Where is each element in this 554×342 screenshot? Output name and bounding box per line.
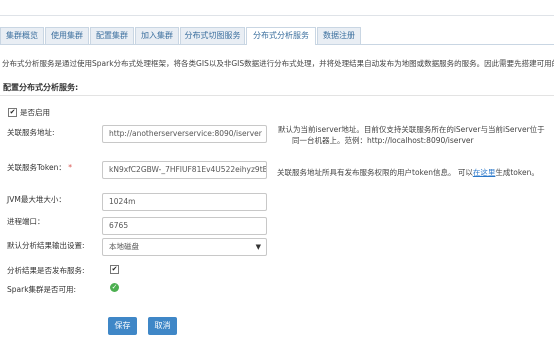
publish-service-checkbox[interactable]: ✔ bbox=[110, 265, 119, 274]
server-address-label: 关联服务地址: bbox=[7, 128, 55, 137]
enabled-checkbox[interactable]: ✔ bbox=[8, 108, 17, 117]
jvm-heap-input[interactable]: 1024m bbox=[102, 193, 267, 211]
token-help: 关联服务地址所具有发布服务权限的用户token信息。 可以在这里生成token。 bbox=[277, 167, 539, 178]
enabled-label: 是否启用 bbox=[20, 108, 50, 117]
tab-distributed-analysis-service[interactable]: 分布式分析服务 bbox=[246, 27, 316, 45]
top-bar bbox=[0, 0, 554, 16]
process-port-label: 进程端口： bbox=[7, 217, 45, 226]
tab-cluster-overview[interactable]: 集群概览 bbox=[0, 27, 44, 44]
jvm-heap-label: JVM最大堆大小： bbox=[7, 195, 66, 204]
required-mark: * bbox=[68, 163, 72, 172]
token-label-text: 关联服务Token： bbox=[7, 163, 66, 172]
output-setting-label: 默认分析结果输出设置: bbox=[7, 241, 85, 250]
cancel-button[interactable]: 取消 bbox=[148, 317, 177, 335]
publish-service-label: 分析结果是否发布服务: bbox=[7, 266, 85, 275]
process-port-input[interactable]: 6765 bbox=[102, 217, 267, 235]
tab-join-cluster[interactable]: 加入集群 bbox=[135, 27, 179, 44]
tab-configure-cluster[interactable]: 配置集群 bbox=[90, 27, 134, 44]
tab-data-registration[interactable]: 数据注册 bbox=[317, 27, 361, 44]
service-description: 分布式分析服务是通过使用Spark分布式处理框架，将各类GIS以及非GIS数据进… bbox=[2, 59, 554, 68]
server-address-input[interactable]: http://anotherserverservice:8090/iserver bbox=[102, 125, 267, 143]
save-button[interactable]: 保存 bbox=[108, 317, 137, 335]
output-setting-value: 本地磁盘 bbox=[109, 242, 139, 251]
dropdown-arrow-icon: ▼ bbox=[255, 243, 261, 251]
tab-distributed-tile-service[interactable]: 分布式切图服务 bbox=[180, 27, 245, 44]
token-help-prefix: 关联服务地址所具有发布服务权限的用户token信息。 可以 bbox=[277, 168, 473, 177]
check-circle-icon: ✓ bbox=[110, 283, 119, 292]
server-address-help-line2: 同一台机器上。范例：http://localhost:8090/iserver bbox=[292, 136, 474, 145]
server-address-help: 默认为当前iserver地址。目前仅支持关联服务所在的iServer与当前iSe… bbox=[278, 124, 554, 146]
tab-bar: 集群概览 使用集群 配置集群 加入集群 分布式切图服务 分布式分析服务 数据注册 bbox=[0, 27, 554, 45]
top-divider bbox=[0, 15, 554, 16]
section-title: 配置分布式分析服务: bbox=[3, 83, 79, 92]
token-help-suffix: 生成token。 bbox=[495, 168, 539, 177]
generate-token-link[interactable]: 在这里 bbox=[473, 168, 496, 177]
server-address-help-line1: 默认为当前iserver地址。目前仅支持关联服务所在的iServer与当前iSe… bbox=[278, 125, 545, 134]
token-label: 关联服务Token： * bbox=[7, 162, 72, 173]
token-input[interactable]: kN9xfC2GBW-_7HFIUF81Ev4U522eihyz9tB bbox=[102, 161, 267, 179]
spark-available-label: Spark集群是否可用: bbox=[7, 285, 77, 294]
output-setting-select[interactable]: 本地磁盘 ▼ bbox=[102, 238, 267, 256]
tab-use-cluster[interactable]: 使用集群 bbox=[45, 27, 89, 44]
section-header: 配置分布式分析服务: bbox=[0, 79, 554, 96]
